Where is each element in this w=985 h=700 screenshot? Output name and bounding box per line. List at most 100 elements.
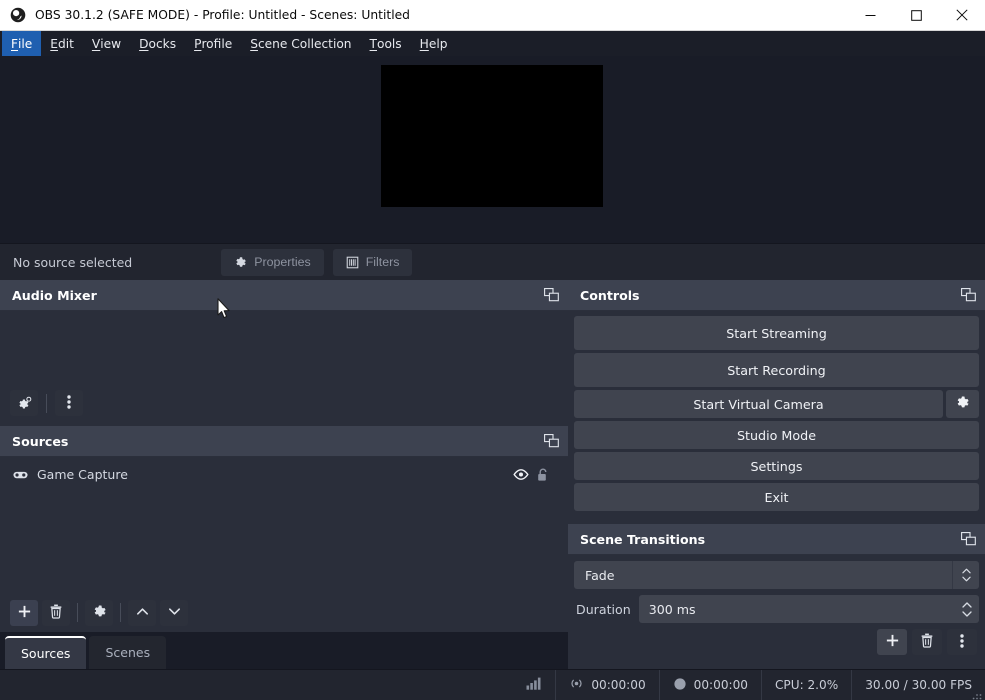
menu-tools-mnemonic: T — [369, 36, 377, 51]
menu-help[interactable]: Help — [411, 31, 457, 56]
remove-transition-button[interactable] — [912, 629, 942, 655]
minimize-button[interactable] — [847, 0, 893, 30]
menu-help-rest: elp — [428, 36, 448, 51]
undock-icon[interactable] — [960, 287, 976, 303]
sources-toolbar — [0, 593, 568, 632]
menu-edit[interactable]: Edit — [41, 31, 83, 56]
menu-scene-collection-mnemonic: S — [250, 36, 258, 51]
menu-tools[interactable]: Tools — [361, 31, 411, 56]
menu-tools-rest: ools — [377, 36, 402, 51]
chevron-up-icon — [135, 604, 150, 622]
title-bar-left: OBS 30.1.2 (SAFE MODE) - Profile: Untitl… — [0, 7, 410, 23]
virtual-camera-config-button[interactable] — [946, 390, 979, 418]
audio-mixer-header: Audio Mixer — [0, 280, 568, 311]
undock-icon[interactable] — [960, 531, 976, 547]
add-source-button[interactable] — [10, 599, 38, 626]
audio-settings-gear-icon[interactable] — [10, 390, 38, 416]
network-status — [513, 670, 555, 700]
properties-button-label: Properties — [254, 255, 311, 269]
menu-view[interactable]: View — [83, 31, 130, 56]
right-dock-column: Controls Start Streaming Start Recording… — [568, 280, 985, 669]
remove-source-button[interactable] — [42, 599, 70, 626]
source-toolbar: No source selected Properties Filters — [0, 243, 985, 280]
unlock-icon[interactable] — [532, 468, 554, 482]
tab-scenes[interactable]: Scenes — [89, 636, 167, 669]
obs-logo-icon — [10, 7, 26, 23]
audio-mixer-toolbar — [0, 390, 568, 426]
menu-profile-mnemonic: P — [194, 36, 202, 51]
window-controls — [847, 0, 985, 30]
transition-select-value: Fade — [585, 567, 615, 583]
menu-scene-collection[interactable]: Scene Collection — [241, 31, 360, 56]
broadcast-icon — [569, 676, 584, 694]
sources-header: Sources — [0, 426, 568, 457]
tab-sources[interactable]: Sources — [5, 636, 87, 669]
record-status: 00:00:00 — [658, 670, 761, 700]
gear-icon — [955, 395, 970, 413]
sources-title: Sources — [12, 433, 69, 449]
toolbar-divider — [46, 393, 47, 413]
obs-main-window: OBS 30.1.2 (SAFE MODE) - Profile: Untitl… — [0, 0, 985, 700]
menu-profile[interactable]: Profile — [185, 31, 241, 56]
toolbar-divider — [77, 603, 78, 622]
virtual-camera-row: Start Virtual Camera — [574, 390, 979, 418]
menu-docks-rest: ocks — [148, 36, 177, 51]
controls-header: Controls — [568, 280, 985, 311]
preview-area[interactable] — [0, 56, 985, 243]
audio-mixer-title: Audio Mixer — [12, 287, 97, 303]
start-recording-button[interactable]: Start Recording — [574, 353, 979, 387]
left-dock-column: Audio Mixer Sources Game Capture Sources… — [0, 280, 568, 669]
trash-icon — [49, 604, 63, 622]
add-transition-button[interactable] — [877, 629, 907, 655]
menu-view-mnemonic: V — [91, 36, 101, 51]
duration-value: 300 ms — [648, 601, 696, 617]
menu-file-rest: ile — [18, 36, 33, 51]
exit-button[interactable]: Exit — [574, 483, 979, 511]
scene-transitions-panel: Scene Transitions Fade Duration 300 ms — [568, 524, 985, 669]
menu-file-mnemonic: F — [11, 36, 19, 51]
gear-icon — [234, 256, 247, 269]
list-item[interactable]: Game Capture — [0, 460, 568, 489]
move-source-up-button[interactable] — [128, 599, 156, 626]
window-title: OBS 30.1.2 (SAFE MODE) - Profile: Untitl… — [35, 8, 410, 22]
menu-scene-collection-rest: cene Collection — [257, 36, 352, 51]
preview-canvas[interactable] — [381, 65, 603, 207]
source-properties-button[interactable] — [85, 599, 113, 626]
menu-view-rest: iew — [100, 36, 122, 51]
duration-row: Duration 300 ms — [574, 595, 979, 623]
audio-mixer-menu-button[interactable] — [55, 390, 83, 416]
menu-edit-mnemonic: E — [50, 36, 58, 51]
transition-select[interactable]: Fade — [574, 561, 979, 589]
duration-label: Duration — [576, 601, 631, 617]
undock-icon[interactable] — [543, 433, 559, 449]
move-source-down-button[interactable] — [160, 599, 188, 626]
cpu-usage: CPU: 2.0% — [760, 670, 851, 700]
properties-button[interactable]: Properties — [221, 248, 324, 276]
scene-transitions-toolbar — [574, 629, 979, 655]
gamepad-icon — [13, 470, 30, 480]
vertical-dots-icon — [67, 394, 71, 413]
studio-mode-button[interactable]: Studio Mode — [574, 421, 979, 449]
resize-grip-icon[interactable] — [971, 686, 983, 700]
duration-stepper[interactable]: 300 ms — [638, 595, 979, 623]
status-bar: 00:00:00 00:00:00 CPU: 2.0% 30.00 / 30.0… — [0, 669, 985, 700]
menu-help-mnemonic: H — [419, 36, 429, 51]
menu-docks[interactable]: Docks — [130, 31, 185, 56]
filters-button[interactable]: Filters — [332, 248, 413, 276]
start-streaming-button[interactable]: Start Streaming — [574, 316, 979, 350]
close-button[interactable] — [939, 0, 985, 30]
undock-icon[interactable] — [543, 287, 559, 303]
sources-list[interactable]: Game Capture — [0, 457, 568, 593]
transition-menu-button[interactable] — [947, 629, 977, 655]
start-virtual-camera-button[interactable]: Start Virtual Camera — [574, 390, 943, 418]
stepper-arrows-icon[interactable] — [955, 595, 979, 623]
chevron-updown-icon — [952, 561, 979, 589]
vertical-dots-icon — [960, 633, 964, 652]
menu-profile-rest: rofile — [201, 36, 233, 51]
title-bar: OBS 30.1.2 (SAFE MODE) - Profile: Untitl… — [0, 0, 985, 31]
menu-file[interactable]: File — [2, 31, 42, 56]
maximize-button[interactable] — [893, 0, 939, 30]
settings-button[interactable]: Settings — [574, 452, 979, 480]
record-dot-icon — [673, 677, 687, 694]
eye-icon[interactable] — [510, 469, 532, 480]
